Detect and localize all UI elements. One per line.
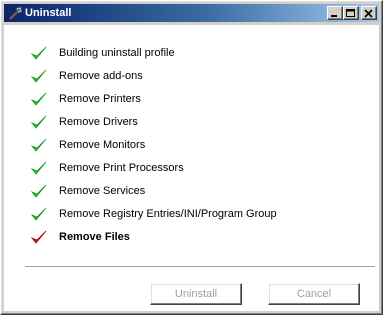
- checkmark-icon: [30, 161, 47, 175]
- uninstall-window: Uninstall Building uninstall profile Rem…: [0, 0, 383, 315]
- minimize-button[interactable]: [327, 6, 343, 20]
- checkmark-icon: [30, 69, 47, 83]
- step-label: Remove Files: [59, 231, 130, 243]
- step-item: Remove Drivers: [4, 112, 379, 134]
- maximize-icon: [346, 9, 355, 17]
- step-item: Remove Printers: [4, 89, 379, 111]
- step-item: Remove Registry Entries/INI/Program Grou…: [4, 204, 379, 226]
- minimize-icon: [331, 15, 337, 17]
- step-item: Remove add-ons: [4, 66, 379, 88]
- divider: [25, 266, 375, 268]
- step-item-current: Remove Files: [4, 227, 379, 249]
- step-label: Remove Drivers: [59, 116, 138, 128]
- step-label: Remove add-ons: [59, 70, 143, 82]
- step-item: Building uninstall profile: [4, 43, 379, 65]
- uninstall-app-icon: [8, 5, 24, 21]
- close-button[interactable]: [361, 6, 377, 20]
- maximize-button[interactable]: [343, 6, 359, 20]
- step-label: Remove Printers: [59, 93, 141, 105]
- title-bar[interactable]: Uninstall: [4, 4, 379, 22]
- step-item: Remove Services: [4, 181, 379, 203]
- close-icon: [364, 9, 373, 18]
- step-label: Remove Monitors: [59, 139, 146, 151]
- checkmark-icon: [30, 138, 47, 152]
- checkmark-icon: [30, 230, 47, 244]
- window-title: Uninstall: [25, 7, 72, 19]
- checkmark-icon: [30, 115, 47, 129]
- step-label: Remove Registry Entries/INI/Program Grou…: [59, 208, 277, 220]
- checkmark-icon: [30, 46, 47, 60]
- checkmark-icon: [30, 207, 47, 221]
- checkmark-icon: [30, 184, 47, 198]
- progress-panel: Building uninstall profile Remove add-on…: [4, 25, 379, 311]
- checkmark-icon: [30, 92, 47, 106]
- step-label: Remove Print Processors: [59, 162, 184, 174]
- uninstall-button[interactable]: Uninstall: [150, 283, 242, 305]
- step-item: Remove Print Processors: [4, 158, 379, 180]
- cancel-button[interactable]: Cancel: [268, 283, 360, 305]
- step-label: Building uninstall profile: [59, 47, 175, 59]
- step-item: Remove Monitors: [4, 135, 379, 157]
- step-label: Remove Services: [59, 185, 146, 197]
